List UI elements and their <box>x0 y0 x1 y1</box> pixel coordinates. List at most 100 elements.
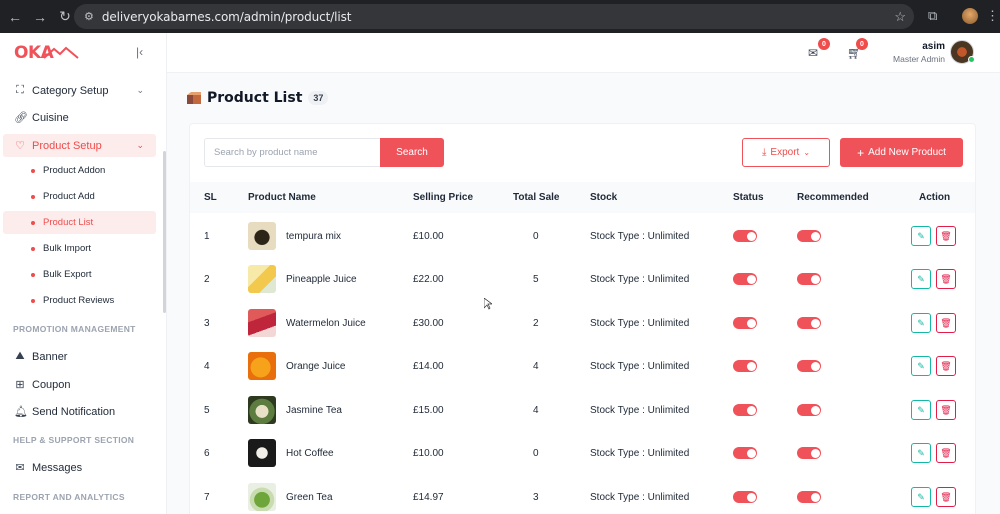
edit-button[interactable]: ✎ <box>911 400 931 420</box>
sidebar-item-coupon[interactable]: ⊞ Coupon <box>3 373 156 396</box>
delete-button[interactable]: 🗑︎ <box>936 487 956 507</box>
status-toggle[interactable] <box>733 360 757 372</box>
profile-avatar[interactable] <box>962 8 978 24</box>
sidebar-item-product-setup[interactable]: ♡ Product Setup ⌄ <box>3 134 156 157</box>
mouse-cursor-icon <box>484 298 492 310</box>
row-sl: 3 <box>204 318 210 329</box>
bookmark-star-icon[interactable]: ☆ <box>894 9 906 25</box>
bell-icon: 🔔︎ <box>14 406 28 418</box>
row-sl: 5 <box>204 405 210 416</box>
collapse-sidebar-icon[interactable]: |‹ <box>136 45 143 59</box>
row-sl: 6 <box>204 448 210 459</box>
trash-icon: 🗑︎ <box>940 360 952 371</box>
delete-button[interactable]: 🗑︎ <box>936 356 956 376</box>
recommended-toggle[interactable] <box>797 230 821 242</box>
extensions-icon[interactable]: ⧉ <box>928 8 937 24</box>
sidebar-item-cuisine[interactable]: 🔗︎ Cuisine <box>3 106 156 129</box>
sidebar-subitem-bulk-export[interactable]: Bulk Export <box>3 263 156 286</box>
status-toggle[interactable] <box>733 230 757 242</box>
delete-button[interactable]: 🗑︎ <box>936 313 956 333</box>
export-label: Export <box>770 147 800 158</box>
sidebar-subitem-bulk-import[interactable]: Bulk Import <box>3 237 156 260</box>
sidebar-subitem-product-list[interactable]: Product List <box>3 211 156 234</box>
address-bar[interactable]: ⚙ deliveryokabarnes.com/admin/product/li… <box>74 4 914 29</box>
search-button[interactable]: Search <box>380 138 444 167</box>
add-new-product-button[interactable]: + Add New Product <box>840 138 963 167</box>
recommended-toggle[interactable] <box>797 273 821 285</box>
search-input[interactable]: Search by product name <box>204 138 382 167</box>
sidebar-item-send-notification[interactable]: 🔔︎ Send Notification <box>3 400 156 423</box>
product-name[interactable]: Orange Juice <box>286 361 345 372</box>
table-row: 4 Orange Juice £14.00 4 Stock Type : Unl… <box>190 344 975 387</box>
delete-button[interactable]: 🗑︎ <box>936 443 956 463</box>
chevron-down-icon: ⌄ <box>803 148 811 157</box>
total-sale: 0 <box>533 231 539 242</box>
stock-type: Stock Type : Unlimited <box>590 231 690 242</box>
status-toggle[interactable] <box>733 273 757 285</box>
page-title: Product List 37 <box>187 90 329 106</box>
product-name[interactable]: Green Tea <box>286 492 333 503</box>
edit-button[interactable]: ✎ <box>911 226 931 246</box>
edit-button[interactable]: ✎ <box>911 443 931 463</box>
total-sale: 0 <box>533 448 539 459</box>
site-settings-icon[interactable]: ⚙ <box>84 10 94 23</box>
browser-menu-icon[interactable]: ⋮ <box>986 8 999 24</box>
table-row: 1 tempura mix £10.00 0 Stock Type : Unli… <box>190 214 975 257</box>
plus-icon: + <box>857 145 865 160</box>
chevron-down-icon: ⌄ <box>136 85 144 95</box>
sidebar-scrollbar[interactable] <box>163 151 166 313</box>
user-role: Master Admin <box>893 54 945 64</box>
back-icon[interactable]: ← <box>4 6 26 28</box>
status-toggle[interactable] <box>733 404 757 416</box>
recommended-toggle[interactable] <box>797 491 821 503</box>
sidebar-subitem-product-reviews[interactable]: Product Reviews <box>3 289 156 312</box>
row-sl: 7 <box>204 492 210 503</box>
sidebar-item-messages[interactable]: ✉ Messages <box>3 456 156 479</box>
sidebar-subitem-label: Product Reviews <box>43 295 115 306</box>
product-thumbnail <box>248 439 276 467</box>
edit-button[interactable]: ✎ <box>911 487 931 507</box>
product-name[interactable]: tempura mix <box>286 231 341 242</box>
row-sl: 1 <box>204 231 210 242</box>
delete-button[interactable]: 🗑︎ <box>936 226 956 246</box>
sidebar-item-category-setup[interactable]: ⛶ Category Setup ⌄ <box>3 79 156 102</box>
user-name[interactable]: asim <box>922 41 945 52</box>
total-sale: 5 <box>533 274 539 285</box>
forward-icon[interactable]: → <box>29 6 51 28</box>
status-toggle[interactable] <box>733 447 757 459</box>
selling-price: £30.00 <box>413 318 444 329</box>
product-name[interactable]: Pineapple Juice <box>286 274 357 285</box>
edit-button[interactable]: ✎ <box>911 313 931 333</box>
trash-icon: 🗑︎ <box>940 317 952 328</box>
status-toggle[interactable] <box>733 317 757 329</box>
edit-button[interactable]: ✎ <box>911 269 931 289</box>
delete-button[interactable]: 🗑︎ <box>936 269 956 289</box>
sidebar-subitem-product-add[interactable]: Product Add <box>3 185 156 208</box>
col-stock: Stock <box>590 192 618 203</box>
product-name[interactable]: Hot Coffee <box>286 448 334 459</box>
recommended-toggle[interactable] <box>797 404 821 416</box>
product-thumbnail <box>248 265 276 293</box>
edit-button[interactable]: ✎ <box>911 356 931 376</box>
recommended-toggle[interactable] <box>797 317 821 329</box>
stock-type: Stock Type : Unlimited <box>590 405 690 416</box>
export-button[interactable]: ⤓ Export ⌄ <box>742 138 830 167</box>
product-count-badge: 37 <box>308 91 329 105</box>
sidebar-subitem-product-addon[interactable]: Product Addon <box>3 159 156 182</box>
sidebar-item-banner[interactable]: ⛰ Banner <box>3 345 156 368</box>
selling-price: £15.00 <box>413 405 444 416</box>
sidebar-subitem-label: Product Add <box>43 191 95 202</box>
product-name[interactable]: Jasmine Tea <box>286 405 342 416</box>
bullet-icon <box>31 298 35 303</box>
delete-button[interactable]: 🗑︎ <box>936 400 956 420</box>
recommended-toggle[interactable] <box>797 447 821 459</box>
recommended-toggle[interactable] <box>797 360 821 372</box>
product-name[interactable]: Watermelon Juice <box>286 318 366 329</box>
total-sale: 4 <box>533 405 539 416</box>
sidebar-item-label: Product Setup <box>32 139 102 152</box>
messages-icon[interactable]: ✉ <box>808 46 818 60</box>
table-row: 7 Green Tea £14.97 3 Stock Type : Unlimi… <box>190 475 975 514</box>
reload-icon[interactable]: ↻ <box>54 6 76 28</box>
link-icon: 🔗︎ <box>14 112 28 124</box>
status-toggle[interactable] <box>733 491 757 503</box>
